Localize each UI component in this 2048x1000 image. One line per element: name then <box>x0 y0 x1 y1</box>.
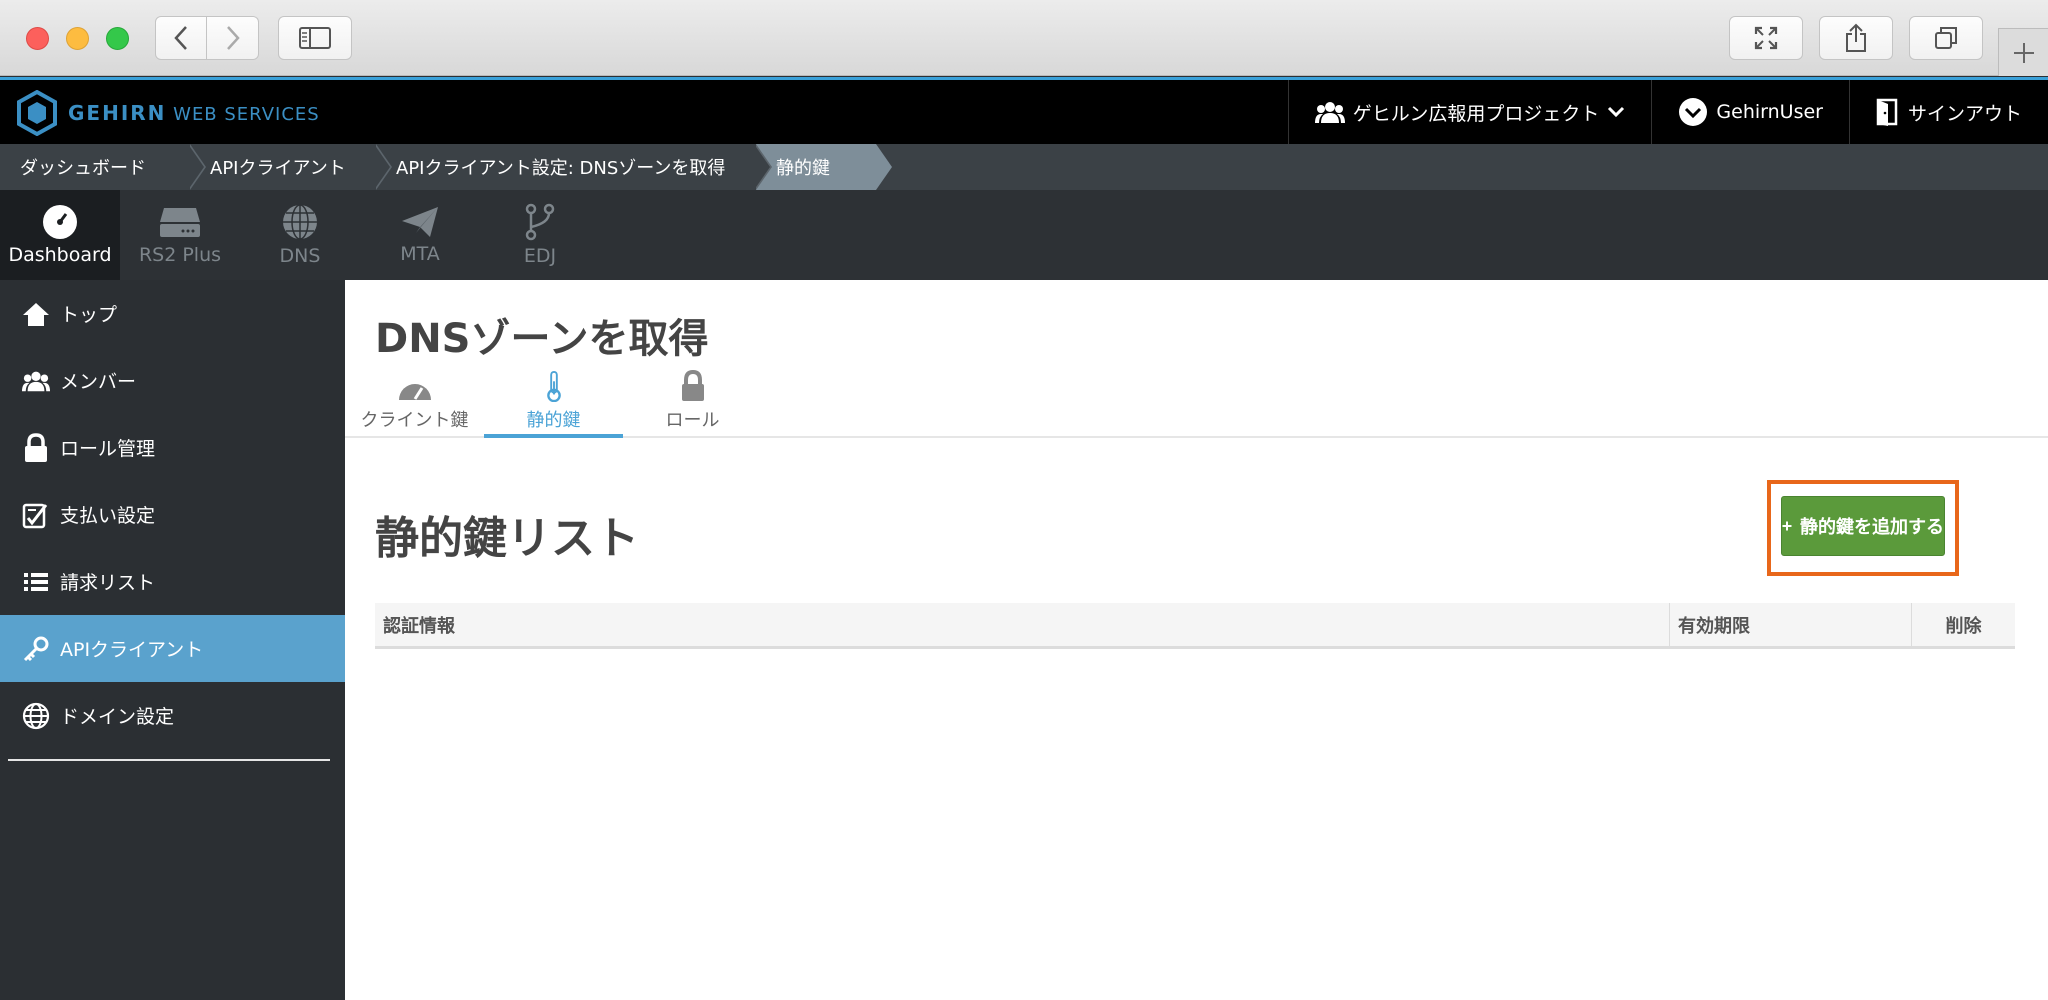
zoom-window-button[interactable] <box>106 27 129 50</box>
sidebar-divider <box>8 759 330 761</box>
project-selector[interactable]: ゲヒルン広報用プロジェクト <box>1287 80 1652 144</box>
user-name: GehirnUser <box>1716 101 1823 123</box>
section-title: 静的鍵リスト <box>375 513 639 564</box>
key-icon <box>23 636 49 661</box>
sidebar-item-domain[interactable]: ドメイン設定 <box>0 682 345 749</box>
home-icon <box>23 302 49 326</box>
hexagon-logo-icon <box>17 90 57 136</box>
tabs-icon <box>1935 27 1957 49</box>
main-content: DNSゾーンを取得 クライント鍵 静的鍵 ロール 静的鍵リスト 静的鍵を追加する… <box>345 280 2048 1000</box>
globe-icon <box>22 702 50 729</box>
sidebar-icon <box>299 27 331 49</box>
chevron-left-icon <box>174 26 187 50</box>
thermometer-icon <box>546 370 561 402</box>
header-nav: ゲヒルン広報用プロジェクト GehirnUser サインアウト <box>1287 80 2048 144</box>
history-nav <box>155 16 259 60</box>
users-icon <box>22 371 50 391</box>
forward-button[interactable] <box>207 16 259 60</box>
branch-icon <box>525 203 555 241</box>
sidebar-item-payment[interactable]: 支払い設定 <box>0 481 345 548</box>
user-avatar-icon <box>1679 98 1708 126</box>
page-title: DNSゾーンを取得 <box>375 316 709 362</box>
column-header-delete: 削除 <box>1911 603 2015 646</box>
sidebar: トップ メンバー ロール管理 支払い設定 請求リスト APIクライアント ドメイ… <box>0 280 345 1000</box>
tab-static-key[interactable]: 静的鍵 <box>484 370 623 438</box>
breadcrumb-static-key[interactable]: 静的鍵 <box>756 144 892 190</box>
column-header-credentials: 認証情報 <box>383 615 455 637</box>
column-header-expiry: 有効期限 <box>1669 603 1911 646</box>
key-tabs: クライント鍵 静的鍵 ロール <box>345 370 2048 438</box>
user-menu[interactable]: GehirnUser <box>1651 80 1849 144</box>
gauge-icon <box>398 384 431 400</box>
breadcrumb-api-client[interactable]: APIクライアント <box>190 144 392 190</box>
service-mta[interactable]: MTA <box>360 190 480 280</box>
signout-link[interactable]: サインアウト <box>1848 80 2048 144</box>
globe-icon <box>283 204 317 240</box>
list-icon <box>24 572 48 591</box>
gehirn-logo[interactable]: GEHIRN WEB SERVICES <box>16 90 320 136</box>
sidebar-item-top[interactable]: トップ <box>0 280 345 347</box>
breadcrumb-api-client-settings[interactable]: APIクライアント設定: DNSゾーンを取得 <box>376 144 772 190</box>
lock-icon <box>25 432 47 462</box>
sidebar-item-api-client[interactable]: APIクライアント <box>0 615 345 682</box>
chevron-down-icon <box>1608 106 1625 118</box>
service-dashboard[interactable]: Dashboard <box>0 190 120 280</box>
close-window-button[interactable] <box>26 27 49 50</box>
sidebar-item-members[interactable]: メンバー <box>0 347 345 414</box>
new-tab-button[interactable] <box>1998 28 2048 76</box>
plus-icon <box>2013 42 2034 63</box>
signout-icon <box>1876 98 1898 126</box>
lock-icon <box>681 370 704 401</box>
gauge-icon <box>43 205 77 239</box>
service-rs2-plus[interactable]: RS2 Plus <box>120 190 240 280</box>
tab-client-key[interactable]: クライント鍵 <box>345 370 484 438</box>
plus-icon <box>1782 521 1792 531</box>
project-name: ゲヒルン広報用プロジェクト <box>1352 102 1600 125</box>
service-edj[interactable]: EDJ <box>480 190 600 280</box>
browser-toolbar <box>0 0 2048 76</box>
service-bar: Dashboard RS2 Plus DNS MTA EDJ <box>0 190 2048 280</box>
share-icon <box>1846 23 1866 52</box>
checklist-icon <box>22 503 48 528</box>
minimize-window-button[interactable] <box>66 27 89 50</box>
chevron-right-icon <box>226 26 240 50</box>
static-key-table: 認証情報 有効期限 削除 <box>375 603 2015 649</box>
app-header: GEHIRN WEB SERVICES ゲヒルン広報用プロジェクト Gehirn… <box>0 77 2048 144</box>
sidebar-toggle-button[interactable] <box>278 16 352 60</box>
tab-role[interactable]: ロール <box>623 370 762 438</box>
share-button[interactable] <box>1819 16 1893 60</box>
logo-text: GEHIRN WEB SERVICES <box>68 101 320 125</box>
sidebar-item-roles[interactable]: ロール管理 <box>0 414 345 481</box>
breadcrumb: ダッシュボード APIクライアント APIクライアント設定: DNSゾーンを取得… <box>0 144 2048 190</box>
server-icon <box>160 208 200 237</box>
fullscreen-button[interactable] <box>1729 16 1803 60</box>
expand-icon <box>1754 26 1778 50</box>
paper-plane-icon <box>402 207 438 237</box>
sidebar-item-billing[interactable]: 請求リスト <box>0 548 345 615</box>
users-icon <box>1314 102 1345 123</box>
back-button[interactable] <box>155 16 207 60</box>
breadcrumb-dashboard[interactable]: ダッシュボード <box>0 144 206 190</box>
add-static-key-button[interactable]: 静的鍵を追加する <box>1781 496 1945 556</box>
signout-label: サインアウト <box>1907 102 2022 125</box>
tab-overview-button[interactable] <box>1909 16 1983 60</box>
service-dns[interactable]: DNS <box>240 190 360 280</box>
